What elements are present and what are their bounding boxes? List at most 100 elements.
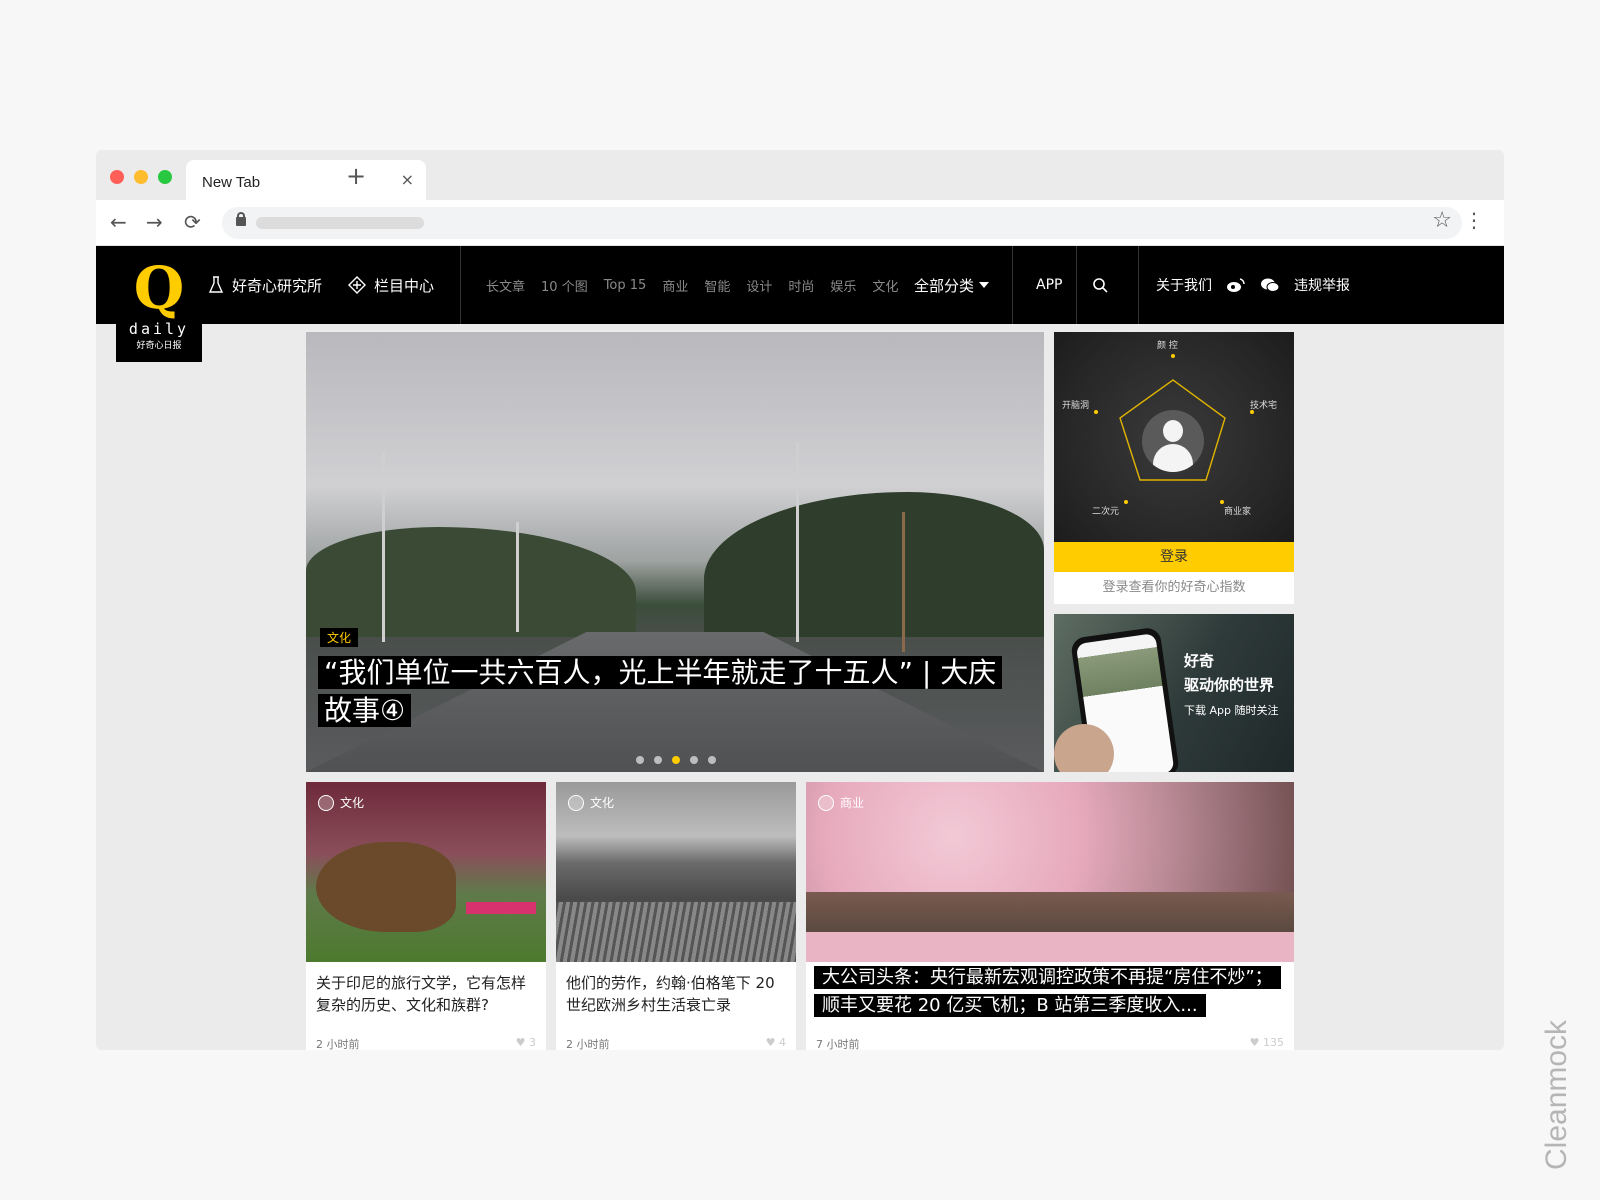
hero-title-text: “我们单位一共六百人，光上半年就走了十五人” | 大庆故事④: [318, 656, 1003, 727]
category-icon: [318, 794, 334, 811]
river-walk-shape: [806, 892, 1294, 932]
app-promo-banner[interactable]: 好奇 驱动你的世界 下载 App 随时关注: [1054, 614, 1294, 772]
article-title[interactable]: 大公司头条：央行最新宏观调控政策不再提“房住不炒”；顺丰又要花 20 亿买飞机；…: [814, 964, 1281, 1020]
columns-icon: [348, 276, 366, 294]
article-category[interactable]: 文化: [568, 794, 614, 811]
nav-columns-label: 栏目中心: [374, 276, 435, 295]
browser-tab[interactable]: New Tab ×: [186, 160, 426, 200]
harvest-field-shape: [556, 902, 796, 962]
carousel-dot[interactable]: [690, 756, 698, 764]
minimize-window-button[interactable]: [134, 170, 148, 184]
hero-image-trees: [306, 527, 636, 637]
article-card-featured[interactable]: 商业 大公司头条：央行最新宏观调控政策不再提“房住不炒”；顺丰又要花 20 亿买…: [806, 782, 1294, 1050]
article-time: 2 小时前: [566, 1038, 610, 1050]
app-promo-line1: 好奇: [1184, 652, 1215, 670]
article-title[interactable]: 关于印尼的旅行文学，它有怎样复杂的历史、文化和族群?: [316, 972, 536, 1016]
category-item[interactable]: 商业: [662, 276, 688, 295]
window-controls: [110, 170, 172, 184]
report-link[interactable]: 违规举报: [1294, 275, 1350, 295]
category-item[interactable]: 长文章: [486, 276, 525, 295]
carousel-dots: [636, 756, 716, 764]
carousel-dot[interactable]: [636, 756, 644, 764]
search-icon: [1093, 278, 1108, 293]
article-card[interactable]: 文化 关于印尼的旅行文学，它有怎样复杂的历史、文化和族群? 2 小时前 ♥ 3: [306, 782, 546, 1050]
radar-point: [1220, 500, 1224, 504]
header-right: 关于我们 违规举报: [1156, 246, 1350, 324]
all-categories-label: 全部分类: [914, 276, 975, 295]
divider: [1012, 246, 1013, 324]
search-button[interactable]: [1092, 246, 1108, 324]
close-icon[interactable]: ×: [401, 170, 414, 189]
reload-icon[interactable]: ⟳: [184, 210, 201, 234]
article-category-label: 文化: [340, 796, 365, 810]
carousel-dot[interactable]: [654, 756, 662, 764]
address-bar: ← → ⟳ ☆ ⋮: [96, 200, 1504, 246]
hero-image-trees: [704, 492, 1044, 637]
article-likes[interactable]: ♥ 4: [766, 1036, 786, 1049]
web-page: Q daily 好奇心日报 好奇心研究所 栏目中心 长文章 10 个图 Top …: [96, 246, 1504, 1050]
radar-label-top: 颜 控: [1157, 341, 1178, 351]
radar-label-right: 技术宅: [1250, 401, 1278, 411]
logo-mark: Q: [133, 254, 185, 322]
radar-label-bottom-right: 商业家: [1224, 507, 1252, 517]
divider: [1138, 246, 1139, 324]
login-hint: 登录查看你的好奇心指数: [1102, 580, 1246, 595]
category-icon: [818, 794, 834, 811]
nav-lab[interactable]: 好奇心研究所: [208, 246, 322, 324]
avatar-body: [1153, 444, 1193, 472]
about-link[interactable]: 关于我们: [1156, 275, 1212, 295]
bookmark-star-icon[interactable]: ☆: [1432, 208, 1452, 233]
back-icon[interactable]: ←: [110, 210, 127, 234]
curiosity-radar: 颜 控 开脑洞 技术宅 二次元 商业家: [1054, 332, 1294, 542]
maximize-window-button[interactable]: [158, 170, 172, 184]
carousel-dot-active[interactable]: [672, 756, 680, 764]
radar-point: [1094, 410, 1098, 414]
all-categories-dropdown[interactable]: 全部分类: [914, 246, 990, 324]
article-like-count: 135: [1263, 1036, 1284, 1049]
new-tab-button[interactable]: +: [346, 162, 366, 190]
category-item[interactable]: 娱乐: [830, 276, 856, 295]
article-category[interactable]: 商业: [818, 794, 864, 811]
heart-icon: ♥: [1249, 1036, 1260, 1049]
site-header: Q daily 好奇心日报 好奇心研究所 栏目中心 长文章 10 个图 Top …: [96, 246, 1504, 362]
wechat-icon[interactable]: [1260, 277, 1280, 293]
category-icon: [568, 794, 584, 811]
category-item[interactable]: 设计: [746, 276, 772, 295]
category-item[interactable]: Top 15: [604, 278, 647, 293]
hero-category-tag[interactable]: 文化: [320, 628, 359, 647]
article-title-text: 大公司头条：央行最新宏观调控政策不再提“房住不炒”；顺丰又要花 20 亿买飞机；…: [814, 966, 1281, 1017]
carousel-dot[interactable]: [708, 756, 716, 764]
street-lamp: [516, 522, 519, 632]
category-item[interactable]: 智能: [704, 276, 730, 295]
article-category-label: 商业: [840, 796, 865, 810]
url-input[interactable]: [222, 207, 1462, 239]
logo-word: daily: [128, 320, 190, 338]
radar-point: [1124, 500, 1128, 504]
hero-slide[interactable]: 文化 “我们单位一共六百人，光上半年就走了十五人” | 大庆故事④: [306, 332, 1044, 772]
forward-icon[interactable]: →: [146, 210, 163, 234]
flask-icon: [208, 276, 224, 293]
article-category[interactable]: 文化: [318, 794, 364, 811]
divider: [460, 246, 461, 324]
login-button[interactable]: 登录: [1054, 542, 1294, 572]
heart-icon: ♥: [765, 1036, 776, 1049]
site-logo[interactable]: Q daily 好奇心日报: [116, 256, 202, 362]
browser-menu-icon[interactable]: ⋮: [1464, 208, 1484, 232]
nav-columns[interactable]: 栏目中心: [348, 246, 434, 324]
hero-title[interactable]: “我们单位一共六百人，光上半年就走了十五人” | 大庆故事④: [318, 654, 1018, 730]
article-title[interactable]: 他们的劳作，约翰·伯格笔下 20 世纪欧洲乡村生活衰亡录: [566, 972, 786, 1016]
radar-label-bottom-left: 二次元: [1092, 507, 1120, 517]
article-likes[interactable]: ♥ 3: [516, 1036, 536, 1049]
category-item[interactable]: 时尚: [788, 276, 814, 295]
close-window-button[interactable]: [110, 170, 124, 184]
category-item[interactable]: 文化: [872, 276, 898, 295]
article-time: 7 小时前: [816, 1038, 860, 1050]
category-item[interactable]: 10 个图: [541, 276, 588, 295]
article-card[interactable]: 文化 他们的劳作，约翰·伯格笔下 20 世纪欧洲乡村生活衰亡录 2 小时前 ♥ …: [556, 782, 796, 1050]
avatar-head: [1163, 420, 1183, 442]
weibo-icon[interactable]: [1226, 277, 1246, 293]
boat-house-shape: [316, 842, 456, 932]
browser-window: New Tab × + ← → ⟳ ☆ ⋮ Q daily 好奇心日报 好奇心研…: [96, 150, 1504, 1050]
article-likes[interactable]: ♥ 135: [1250, 1036, 1284, 1049]
app-link[interactable]: APP: [1036, 246, 1062, 324]
